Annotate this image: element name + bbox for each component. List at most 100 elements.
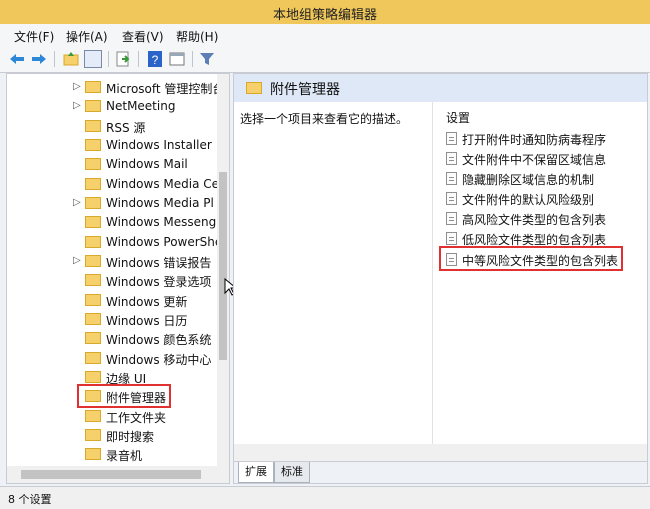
tab-extended[interactable]: 扩展 xyxy=(238,462,274,483)
selected-node-highlight xyxy=(77,384,171,408)
folder-icon xyxy=(85,216,101,228)
tree-node-label: 即时搜索 xyxy=(106,430,155,444)
tab-standard[interactable]: 标准 xyxy=(274,462,310,483)
expand-arrow-icon[interactable]: ▷ xyxy=(73,100,81,111)
setting-item[interactable]: 隐藏删除区域信息的机制 xyxy=(446,169,642,189)
up-folder-icon[interactable] xyxy=(62,50,80,68)
help-icon[interactable]: ? xyxy=(146,50,164,68)
policy-setting-icon xyxy=(446,152,457,165)
tree-node-label: 工作文件夹 xyxy=(106,411,167,425)
back-arrow-icon[interactable] xyxy=(8,50,26,68)
details-horizontal-scrollbar[interactable] xyxy=(234,444,647,461)
tree-node-label: Windows 登录选项 xyxy=(106,275,212,289)
tree-node-label: Windows Messeng xyxy=(106,215,217,229)
details-pane: 附件管理器 选择一个项目来查看它的描述。 设置 打开附件时通知防病毒程序 文件附… xyxy=(233,73,648,484)
policy-setting-icon xyxy=(446,132,457,145)
export-icon[interactable] xyxy=(114,50,132,68)
tree-node-label: Windows 日历 xyxy=(106,314,188,328)
setting-label: 高风险文件类型的包含列表 xyxy=(462,213,607,227)
tree-node-windows-powershell[interactable]: Windows PowerShe xyxy=(7,233,222,252)
toolbar: ? xyxy=(0,46,650,73)
expand-arrow-icon[interactable]: ▷ xyxy=(73,81,81,92)
tree-node-windows-update[interactable]: Windows 更新 xyxy=(7,291,217,310)
forward-arrow-icon[interactable] xyxy=(30,50,48,68)
tree-node-windows-mail[interactable]: Windows Mail xyxy=(7,155,217,174)
tree-node-windows-installer[interactable]: Windows Installer xyxy=(7,136,217,155)
setting-label: 文件附件的默认风险级别 xyxy=(462,193,595,207)
folder-icon xyxy=(85,313,101,325)
setting-item[interactable]: 打开附件时通知防病毒程序 xyxy=(446,129,642,149)
folder-icon xyxy=(85,197,101,209)
tree-node-label: Windows Media Pl xyxy=(106,196,214,210)
tree-node-instant-search[interactable]: 即时搜索 xyxy=(7,426,217,445)
description-text: 选择一个项目来查看它的描述。 xyxy=(240,112,409,126)
main-window: 本地组策略编辑器 文件(F) 操作(A) 查看(V) 帮助(H) ? ▷ Micr… xyxy=(0,0,650,509)
tree-node-label: Windows Media Ce xyxy=(106,177,219,191)
tree-node-windows-media-center[interactable]: Windows Media Ce xyxy=(7,175,219,194)
status-bar: 8 个设置 xyxy=(0,486,650,509)
menu-help[interactable]: 帮助(H) xyxy=(176,28,218,45)
tree-node-windows-mobility-center[interactable]: Windows 移动中心 xyxy=(7,349,217,368)
menu-view[interactable]: 查看(V) xyxy=(122,28,164,45)
setting-item[interactable]: 文件附件中不保留区域信息 xyxy=(446,149,642,169)
tree-node-label: RSS 源 xyxy=(106,121,146,135)
status-text: 8 个设置 xyxy=(8,493,52,506)
folder-icon xyxy=(85,448,101,460)
highlighted-setting-box xyxy=(439,246,623,271)
policy-setting-icon xyxy=(446,232,457,245)
tree-node-rss[interactable]: RSS 源 xyxy=(7,117,217,136)
setting-item[interactable]: 高风险文件类型的包含列表 xyxy=(446,209,642,229)
tree-pane: ▷ Microsoft 管理控制台 ▷ NetMeeting RSS 源 Windo… xyxy=(6,73,230,484)
column-divider xyxy=(432,102,433,462)
menu-file[interactable]: 文件(F) xyxy=(14,28,54,45)
tree-node-label: Windows 错误报告 xyxy=(106,256,212,270)
tree-node-windows-calendar[interactable]: Windows 日历 xyxy=(7,310,217,329)
svg-text:?: ? xyxy=(152,53,159,67)
folder-icon xyxy=(85,120,101,132)
folder-icon xyxy=(85,410,101,422)
folder-icon xyxy=(85,139,101,151)
tree-scroll-thumb[interactable] xyxy=(219,172,227,360)
tree-node-windows-media-player[interactable]: ▷ Windows Media Pl xyxy=(7,194,217,213)
folder-icon xyxy=(85,274,101,286)
folder-icon xyxy=(85,332,101,344)
folder-icon xyxy=(85,100,101,112)
details-title: 附件管理器 xyxy=(270,82,340,98)
show-tree-icon[interactable] xyxy=(84,50,102,68)
expand-arrow-icon[interactable]: ▷ xyxy=(73,255,81,266)
filter-icon[interactable] xyxy=(198,50,216,68)
expand-arrow-icon[interactable]: ▷ xyxy=(73,197,81,208)
tree-node-label: Windows Mail xyxy=(106,157,188,171)
folder-icon xyxy=(85,294,101,306)
details-header: 附件管理器 xyxy=(234,74,647,102)
tree-node-windows-error-reporting[interactable]: ▷ Windows 错误报告 xyxy=(7,252,217,271)
tree-hscroll-thumb[interactable] xyxy=(21,470,201,479)
tree-node-label: 录音机 xyxy=(106,449,143,463)
folder-icon xyxy=(85,352,101,364)
tree-node-label: Windows Installer xyxy=(106,138,212,152)
tree-node-windows-logon-options[interactable]: Windows 登录选项 xyxy=(7,271,217,290)
window-title: 本地组策略编辑器 xyxy=(272,8,377,23)
tree-vertical-scrollbar[interactable] xyxy=(217,74,229,466)
tree-horizontal-scrollbar[interactable] xyxy=(7,466,229,483)
properties-icon[interactable] xyxy=(168,50,186,68)
tree-node-windows-color-system[interactable]: Windows 颜色系统 xyxy=(7,329,217,348)
tree-node-label: Microsoft 管理控制台 xyxy=(106,82,225,96)
setting-item[interactable]: 文件附件的默认风险级别 xyxy=(446,189,642,209)
tree-node-netmeeting[interactable]: ▷ NetMeeting xyxy=(7,97,217,116)
setting-label: 打开附件时通知防病毒程序 xyxy=(462,133,607,147)
tree-node-work-folders[interactable]: 工作文件夹 xyxy=(7,407,217,426)
title-bar: 本地组策略编辑器 xyxy=(0,0,650,24)
settings-column-header[interactable]: 设置 xyxy=(446,109,470,126)
tree-node-sound-recorder[interactable]: 录音机 xyxy=(7,445,217,464)
tree-node-label: Windows 移动中心 xyxy=(106,353,212,367)
policy-setting-icon xyxy=(446,212,457,225)
tree-node-label: Windows 颜色系统 xyxy=(106,333,212,347)
folder-icon xyxy=(85,429,101,441)
folder-icon xyxy=(85,236,101,248)
menu-action[interactable]: 操作(A) xyxy=(66,28,108,45)
tree-node-microsoft-mmc[interactable]: ▷ Microsoft 管理控制台 xyxy=(7,78,224,97)
view-tabs: 扩展 标准 xyxy=(234,461,647,483)
folder-icon xyxy=(85,158,101,170)
tree-node-windows-messenger[interactable]: Windows Messeng xyxy=(7,213,217,232)
